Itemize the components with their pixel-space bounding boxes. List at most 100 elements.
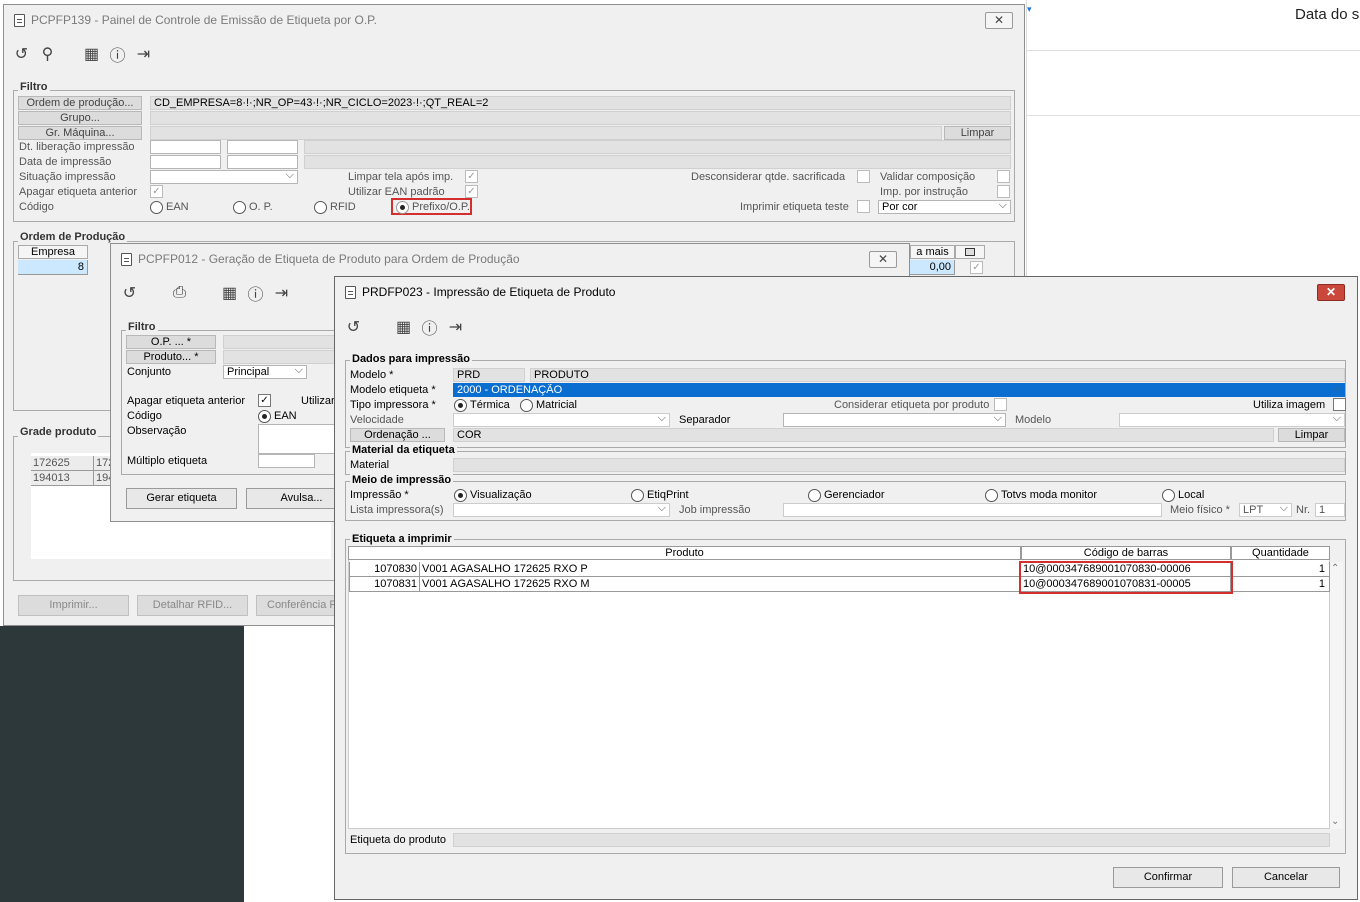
nr-field[interactable]: 1 [1315,503,1345,517]
observacao-field[interactable] [258,424,338,454]
help-icon[interactable]: ⓘ [421,315,438,339]
op-radio[interactable] [233,201,246,214]
row1-descricao[interactable]: V001 AGASALHO 172625 RXO P [420,562,1021,577]
desconsiderar-checkbox[interactable] [857,170,870,183]
exit-icon[interactable]: ⇥ [273,283,290,303]
utiliza-imagem-checkbox[interactable] [1333,398,1346,411]
row1-quantidade[interactable]: 1 [1231,562,1330,577]
multiplo-field[interactable] [258,454,315,468]
row-select-checkbox[interactable]: ✓ [970,261,983,274]
totvs-radio[interactable] [985,489,998,502]
row2-descricao[interactable]: V001 AGASALHO 172625 RXO M [420,577,1021,592]
close-button[interactable]: ✕ [985,12,1013,29]
undo-icon[interactable]: ↺ [13,44,30,64]
close-button[interactable]: ✕ [869,251,897,268]
gerenciador-radio[interactable] [808,489,821,502]
empresa-column-header[interactable]: Empresa [18,245,88,259]
produto-field[interactable] [223,350,343,364]
calendar-icon[interactable]: ▦ [221,283,238,303]
apagar-checkbox[interactable]: ✓ [258,394,271,407]
codigo-barras-column-header[interactable]: Código de barras [1021,546,1231,560]
grupo-button[interactable]: Grupo... [18,111,142,125]
row1-codigo[interactable]: 1070830 [349,562,420,577]
considerar-checkbox[interactable] [994,398,1007,411]
exit-icon[interactable]: ⇥ [135,44,152,64]
ean-radio[interactable] [258,410,271,423]
produto-button[interactable]: Produto... * [126,350,216,364]
modelo2-select[interactable] [1119,413,1345,427]
velocidade-select[interactable] [453,413,670,427]
help-icon[interactable]: ⓘ [109,42,126,66]
quantidade-column-header[interactable]: Quantidade [1231,546,1330,560]
prefixo-radio[interactable] [396,201,409,214]
gr-maquina-field[interactable] [150,126,942,140]
modelo-code-field[interactable]: PRD [453,368,525,382]
visualizacao-radio[interactable] [454,489,467,502]
confirmar-button[interactable]: Confirmar [1113,867,1223,888]
dt-liberacao-end[interactable] [227,140,298,154]
material-field[interactable] [453,458,1345,472]
gr-maquina-button[interactable]: Gr. Máquina... [18,126,142,140]
meio-fisico-label: Meio físico * [1170,504,1230,516]
row2-quantidade[interactable]: 1 [1231,577,1330,592]
op-button[interactable]: O.P. ... * [126,335,216,349]
separador-select[interactable] [783,413,1006,427]
data-impressao-end[interactable] [227,155,298,169]
meio-fisico-select[interactable]: LPT [1239,503,1292,517]
undo-icon[interactable]: ↺ [121,283,138,303]
situacao-select[interactable] [150,170,298,184]
grupo-field[interactable] [150,111,1011,125]
apagar-checkbox[interactable]: ✓ [150,185,163,198]
filter-value-field[interactable]: CD_EMPRESA=8·!·;NR_OP=43·!·;NR_CICLO=202… [150,96,1011,110]
undo-icon[interactable]: ↺ [345,317,362,337]
modelo-etiqueta-select[interactable]: 2000 - ORDENAÇÃO [453,383,1345,397]
a-mais-cell[interactable]: 0,00 [910,260,955,275]
calendar-icon[interactable]: ▦ [395,317,412,337]
op-field[interactable] [223,335,343,349]
imp-instrucao-checkbox[interactable] [997,185,1010,198]
imp-instrucao-label: Imp. por instrução [880,186,969,198]
cancelar-button[interactable]: Cancelar [1232,867,1340,888]
ordenacao-field[interactable]: COR [453,428,1274,442]
matricial-radio[interactable] [520,399,533,412]
select-all-header[interactable] [955,245,985,259]
data-impressao-start[interactable] [150,155,221,169]
local-radio[interactable] [1162,489,1175,502]
print-icon[interactable]: ⎙ [171,284,188,302]
etiqprint-radio[interactable] [631,489,644,502]
limpar-button[interactable]: Limpar [1278,428,1345,442]
utilizar-ean-checkbox[interactable]: ✓ [465,185,478,198]
grade-row-2-col1[interactable]: 194013 [31,471,94,486]
termica-radio[interactable] [454,399,467,412]
produto-column-header[interactable]: Produto [348,546,1021,560]
exit-icon[interactable]: ⇥ [447,317,464,337]
imprimir-teste-checkbox[interactable] [857,200,870,213]
search-icon[interactable]: ⚲ [39,44,56,64]
vertical-scrollbar[interactable] [1330,562,1343,829]
por-cor-select[interactable]: Por cor [878,200,1011,214]
ordem-producao-button[interactable]: Ordem de produção... [18,96,142,110]
ordenacao-button[interactable]: Ordenação ... [350,428,445,442]
dt-liberacao-start[interactable] [150,140,221,154]
a-mais-column-header[interactable]: a mais [910,245,955,259]
help-icon[interactable]: ⓘ [247,281,264,305]
gerar-etiqueta-button[interactable]: Gerar etiqueta [126,488,237,509]
calendar-icon[interactable]: ▦ [83,44,100,64]
row2-codigo[interactable]: 1070831 [349,577,420,592]
grade-row-1-col1[interactable]: 172625 [31,456,94,471]
close-button[interactable]: ✕ [1317,284,1345,301]
scroll-up-icon[interactable]: ⌃ [1331,563,1339,574]
ean-radio[interactable] [150,201,163,214]
scroll-down-icon[interactable]: ⌄ [1331,816,1339,827]
limpar-button[interactable]: Limpar [944,126,1011,140]
job-field[interactable] [783,503,1162,517]
conferencia-button[interactable]: Conferência R [256,595,346,616]
rfid-radio[interactable] [314,201,327,214]
detalhar-rfid-button[interactable]: Detalhar RFID... [137,595,248,616]
conjunto-select[interactable]: Principal [223,365,307,379]
empresa-cell[interactable]: 8 [18,260,88,275]
lista-impressoras-select[interactable] [453,503,670,517]
validar-checkbox[interactable] [997,170,1010,183]
limpar-tela-checkbox[interactable]: ✓ [465,170,478,183]
imprimir-button[interactable]: Imprimir... [18,595,129,616]
